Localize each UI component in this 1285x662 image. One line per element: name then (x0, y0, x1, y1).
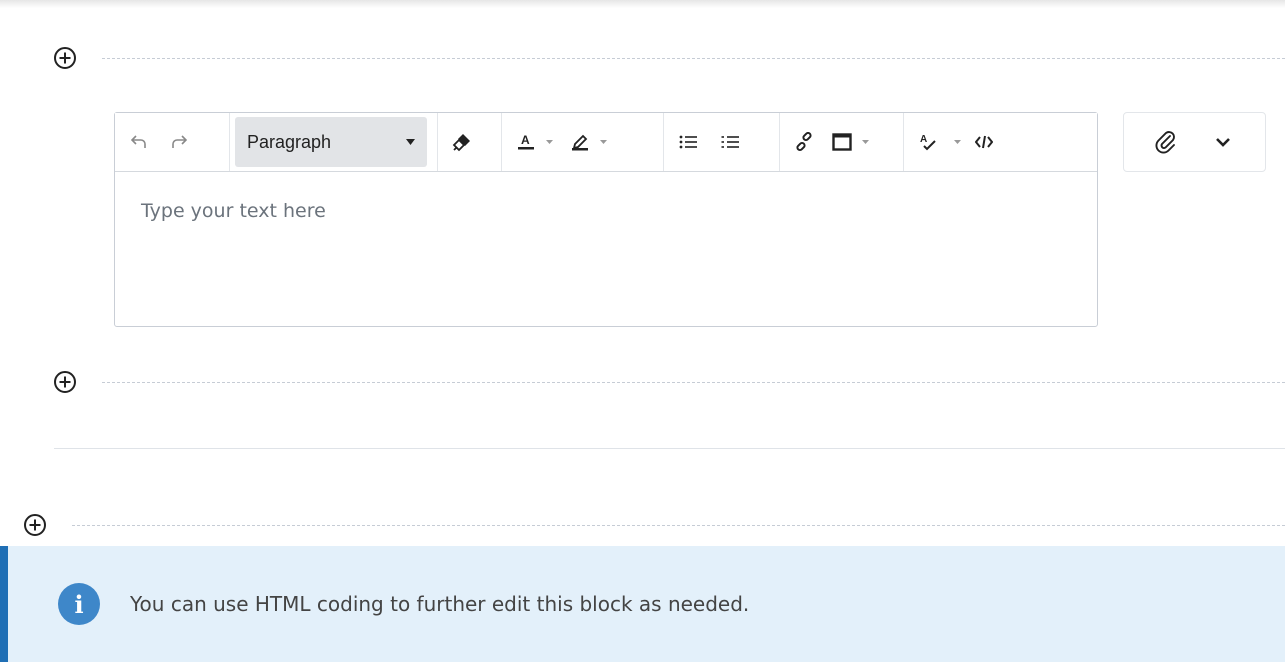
list-group (664, 113, 780, 171)
add-block-row-1 (54, 45, 1285, 71)
block-format-group: Paragraph (230, 113, 438, 171)
link-icon[interactable] (788, 126, 820, 158)
top-shadow (0, 0, 1285, 8)
dashed-divider (72, 524, 1285, 526)
caret-down-icon (406, 139, 415, 145)
insert-box-icon[interactable] (826, 126, 858, 158)
bullet-list-icon[interactable] (672, 126, 704, 158)
info-banner: i You can use HTML coding to further edi… (0, 546, 1285, 662)
insert-group (780, 113, 904, 171)
section-divider (54, 448, 1285, 449)
info-banner-text: You can use HTML coding to further edit … (130, 592, 750, 616)
add-block-plus-icon[interactable] (54, 371, 76, 393)
add-block-plus-icon[interactable] (24, 514, 46, 536)
rich-text-editor: Paragraph A A Type your text here (114, 112, 1098, 327)
dashed-divider (102, 57, 1285, 59)
tools-group: A (904, 113, 1044, 171)
redo-icon[interactable] (163, 126, 195, 158)
spellcheck-caret-icon[interactable] (950, 126, 964, 158)
highlight-caret-icon[interactable] (596, 126, 610, 158)
spellcheck-icon[interactable]: A (912, 126, 944, 158)
highlight-icon[interactable] (564, 126, 596, 158)
undo-icon[interactable] (123, 126, 155, 158)
page-editor-frame: Paragraph A A Type your text here (0, 0, 1285, 537)
block-format-dropdown[interactable]: Paragraph (235, 117, 427, 167)
svg-text:A: A (521, 133, 530, 147)
block-format-label: Paragraph (247, 131, 332, 152)
dashed-divider (102, 381, 1285, 383)
info-icon: i (58, 583, 100, 625)
insert-box-caret-icon[interactable] (858, 126, 872, 158)
add-block-row-3 (24, 512, 1285, 538)
format-painter-icon[interactable] (446, 126, 478, 158)
code-view-icon[interactable] (968, 126, 1000, 158)
paperclip-icon[interactable] (1150, 126, 1182, 158)
svg-text:A: A (920, 134, 927, 145)
editor-content-area[interactable]: Type your text here (115, 172, 1097, 250)
add-block-row-2 (54, 369, 1285, 395)
numbered-list-icon[interactable] (714, 126, 746, 158)
color-group: A (502, 113, 664, 171)
text-color-caret-icon[interactable] (542, 126, 556, 158)
history-group (115, 113, 230, 171)
format-painter-group (438, 113, 502, 171)
add-block-plus-icon[interactable] (54, 47, 76, 69)
block-actions-card (1123, 112, 1266, 172)
editor-toolbar: Paragraph A A (115, 113, 1097, 172)
editor-placeholder: Type your text here (141, 200, 326, 222)
chevron-down-icon[interactable] (1207, 126, 1239, 158)
text-color-icon[interactable]: A (510, 126, 542, 158)
